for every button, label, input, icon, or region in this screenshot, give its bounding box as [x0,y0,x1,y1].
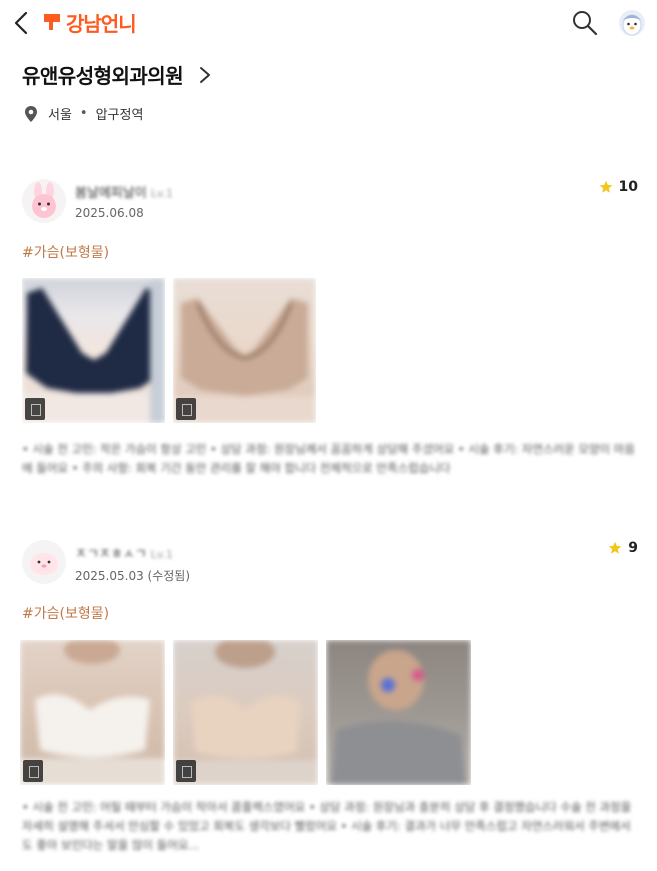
review-photo[interactable] [20,640,165,785]
photo-badge-icon [25,398,45,420]
review-photos [22,278,316,423]
star-icon [608,541,622,554]
review-body[interactable]: • 시술 전 고민: 작은 가슴이 항상 고민 • 상담 과정: 원장님께서 꼼… [22,440,638,478]
app-logo[interactable]: 강남언니 [42,7,137,37]
review-photo[interactable] [173,278,316,423]
review-photos [20,640,471,785]
review-photo[interactable] [173,640,318,785]
photo-badge-icon [23,760,43,782]
search-icon[interactable] [570,8,600,38]
reviewer-name[interactable]: ㅈㄱㅈㅎㅅㄱ Lv.1 [75,543,173,562]
location-separator: • [79,106,88,121]
photo-badge-icon [176,760,196,782]
hospital-name: 유앤유성형외과의원 [22,64,184,88]
review-photo[interactable] [22,278,165,423]
review-date: 2025.05.03 (수정됨) [75,569,191,583]
bunny-avatar-icon [32,182,56,218]
avatar [22,179,66,223]
star-icon [599,180,612,193]
top-bar: 강남언니 [0,0,657,46]
review-rating: 10 [599,179,638,195]
reviewer-level: Lv.1 [150,548,174,561]
reviewer-nickname: 봄날에피날이 [75,186,147,201]
avatar [22,540,66,584]
hospital-location: 서울 • 압구정역 [24,104,143,123]
review-photo[interactable] [326,640,471,785]
rating-value: 9 [628,540,638,556]
photo-badge-icon [176,398,196,420]
review-rating: 9 [608,540,638,556]
review-tag[interactable]: #가슴(보형물) [22,242,109,262]
rating-value: 10 [618,179,638,195]
location-region: 서울 [48,108,72,123]
reviewer-nickname: ㅈㄱㅈㅎㅅㄱ [75,547,147,562]
chevron-right-icon [200,66,211,83]
reviewer-level: Lv.1 [150,187,174,200]
review-card[interactable]: 봄날에피날이 Lv.1 2025.06.08 10 #가슴(보형물) • 시술 … [0,170,657,510]
map-pin-icon [25,105,37,122]
location-area: 압구정역 [95,108,144,123]
logo-mark-icon [44,14,60,30]
logo-text: 강남언니 [66,11,137,36]
review-tag[interactable]: #가슴(보형물) [22,603,109,623]
review-card[interactable]: ㅈㄱㅈㅎㅅㄱLv.1 2025.05.03 (수정됨) 9 #가슴(보형물) [0,530,657,871]
seal-avatar-icon [30,553,58,575]
review-date: 2025.06.08 [75,206,144,220]
profile-avatar-icon[interactable] [617,8,647,38]
hospital-title-link[interactable]: 유앤유성형외과의원 [22,60,213,89]
chevron-left-icon[interactable] [8,8,36,38]
reviewer-name[interactable]: 봄날에피날이 Lv.1 [75,182,173,201]
review-body[interactable]: • 시술 전 고민: 어릴 때부터 가슴이 작아서 콤플렉스였어요 • 상담 과… [22,798,638,855]
